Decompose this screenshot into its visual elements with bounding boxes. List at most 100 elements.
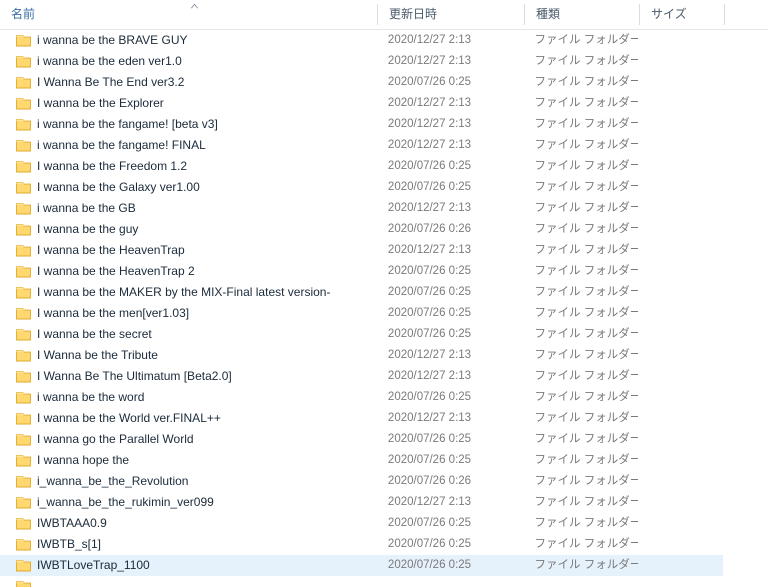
file-row[interactable]: i_wanna_be_the_rukimin_ver099 2020/12/27 …	[0, 492, 723, 513]
file-name-cell[interactable]: I Wanna be the Tribute	[0, 345, 377, 366]
file-name-cell[interactable]: I wanna be the HeavenTrap	[0, 240, 377, 261]
file-size-cell	[638, 534, 723, 555]
folder-icon	[16, 497, 31, 509]
file-name-cell[interactable]: IWBTB_s[1]	[0, 534, 377, 555]
file-name-cell[interactable]: i wanna be the eden ver1.0	[0, 51, 377, 72]
folder-icon	[16, 56, 31, 68]
file-date-cell: 2020/07/26 0:25	[387, 160, 472, 172]
file-name-label: I wanna be the secret	[37, 327, 152, 341]
file-name-cell[interactable]: I wanna be the secret	[0, 324, 377, 345]
file-row[interactable]: IWBTB_s[1] 2020/07/26 0:25 ファイル フォルダー	[0, 534, 723, 555]
file-name-cell[interactable]: I wanna be the guy	[0, 219, 377, 240]
file-name-cell[interactable]: i wanna be the BRAVE GUY	[0, 30, 377, 51]
column-header-spacer	[725, 0, 768, 29]
file-row[interactable]: I wanna be the World ver.FINAL++ 2020/12/…	[0, 408, 723, 429]
file-list[interactable]: i wanna be the BRAVE GUY 2020/12/27 2:13 フ…	[0, 30, 768, 587]
file-row[interactable]: I wanna be the HeavenTrap 2020/12/27 2:13…	[0, 240, 723, 261]
file-type-cell: ファイル フォルダー	[534, 286, 639, 298]
file-name-cell[interactable]: I wanna be the Explorer	[0, 93, 377, 114]
file-name-cell[interactable]: I wanna hope the	[0, 450, 377, 471]
file-row[interactable]: i wanna be the fangame! [beta v3] 2020/12…	[0, 114, 723, 135]
file-size-cell	[638, 366, 723, 387]
file-name-cell[interactable]: I wanna be the Galaxy ver1.00	[0, 177, 377, 198]
file-name-label: IWBTB_s[1]	[37, 537, 102, 551]
file-name-cell[interactable]: i wanna be the fangame! [beta v3]	[0, 114, 377, 135]
file-size-cell	[638, 387, 723, 408]
folder-icon	[16, 371, 31, 383]
file-type-cell: ファイル フォルダー	[534, 559, 639, 571]
file-row[interactable]: i wanna be the GB 2020/12/27 2:13 ファイル フォル…	[0, 198, 723, 219]
file-name-label: i_wanna_be_the_Revolution	[37, 474, 189, 488]
folder-icon	[16, 203, 31, 215]
file-size-cell	[638, 51, 723, 72]
file-type-cell: ファイル フォルダー	[534, 475, 639, 487]
file-row[interactable]: I wanna hope the 2020/07/26 0:25 ファイル フォルダ…	[0, 450, 723, 471]
file-name-cell[interactable]: i wanna be the word	[0, 387, 377, 408]
file-size-cell	[638, 450, 723, 471]
file-name-cell[interactable]: IWBTLoveTrap_1100	[0, 555, 377, 576]
file-row[interactable]: I wanna be the HeavenTrap 2 2020/07/26 0:…	[0, 261, 723, 282]
file-size-cell	[638, 471, 723, 492]
file-date-cell: 2020/07/26 0:26	[387, 475, 472, 487]
folder-icon	[16, 266, 31, 278]
file-name-label: i wanna be the fangame! FINAL	[37, 138, 206, 152]
file-name-cell[interactable]: I wanna go the Parallel World	[0, 429, 377, 450]
column-header-name[interactable]: 名前	[0, 0, 378, 29]
file-date-cell: 2020/07/26 0:25	[387, 181, 472, 193]
file-name-cell[interactable]	[0, 576, 377, 587]
file-name-label: i_wanna_be_the_rukimin_ver099	[37, 495, 214, 509]
file-size-cell	[638, 135, 723, 156]
column-header-date[interactable]: 更新日時	[378, 0, 525, 29]
file-size-cell	[638, 345, 723, 366]
file-row[interactable]: I Wanna Be The Ultimatum [Beta2.0] 2020/1…	[0, 366, 723, 387]
file-row[interactable]: I wanna be the men[ver1.03] 2020/07/26 0:…	[0, 303, 723, 324]
file-name-label: I wanna be the Galaxy ver1.00	[37, 180, 200, 194]
file-type-cell: ファイル フォルダー	[534, 181, 639, 193]
sort-ascending-caret-icon	[190, 3, 199, 9]
file-name-cell[interactable]: I Wanna Be The Ultimatum [Beta2.0]	[0, 366, 377, 387]
file-name-cell[interactable]: IWBTAAA0.9	[0, 513, 377, 534]
file-size-cell	[638, 93, 723, 114]
column-header-type[interactable]: 種類	[525, 0, 640, 29]
file-name-cell[interactable]: I wanna be the MAKER by the MIX-Final la…	[0, 282, 377, 303]
file-row[interactable]: i wanna be the fangame! FINAL 2020/12/27 …	[0, 135, 723, 156]
file-name-cell[interactable]: I wanna be the men[ver1.03]	[0, 303, 377, 324]
file-row[interactable]: I wanna go the Parallel World 2020/07/26 …	[0, 429, 723, 450]
file-name-cell[interactable]: i_wanna_be_the_Revolution	[0, 471, 377, 492]
file-name-cell[interactable]: i wanna be the fangame! FINAL	[0, 135, 377, 156]
folder-icon	[16, 539, 31, 551]
file-row[interactable]	[0, 576, 723, 587]
file-type-cell: ファイル フォルダー	[534, 454, 639, 466]
file-row[interactable]: I wanna be the Galaxy ver1.00 2020/07/26 …	[0, 177, 723, 198]
file-row[interactable]: i wanna be the eden ver1.0 2020/12/27 2:1…	[0, 51, 723, 72]
file-name-cell[interactable]: I wanna be the Freedom 1.2	[0, 156, 377, 177]
file-name-cell[interactable]: i_wanna_be_the_rukimin_ver099	[0, 492, 377, 513]
file-type-cell: ファイル フォルダー	[534, 538, 639, 550]
file-name-cell[interactable]: i wanna be the GB	[0, 198, 377, 219]
file-name-label: i wanna be the word	[37, 390, 145, 404]
file-row[interactable]: i wanna be the BRAVE GUY 2020/12/27 2:13 フ…	[0, 30, 723, 51]
file-name-cell[interactable]: I Wanna Be The End ver3.2	[0, 72, 377, 93]
file-name-label: I wanna be the Freedom 1.2	[37, 159, 188, 173]
file-row[interactable]: I wanna be the MAKER by the MIX-Final la…	[0, 282, 723, 303]
column-header-size[interactable]: サイズ	[640, 0, 725, 29]
file-type-cell	[524, 576, 639, 587]
file-row[interactable]: I Wanna Be The End ver3.2 2020/07/26 0:25…	[0, 72, 723, 93]
column-header-type-label: 種類	[536, 7, 561, 21]
file-date-cell: 2020/12/27 2:13	[387, 349, 472, 361]
file-row[interactable]: i wanna be the word 2020/07/26 0:25 ファイル フ…	[0, 387, 723, 408]
file-row[interactable]: IWBTLoveTrap_1100 2020/07/26 0:25 ファイル フォル…	[0, 555, 723, 576]
file-row[interactable]: IWBTAAA0.9 2020/07/26 0:25 ファイル フォルダー	[0, 513, 723, 534]
file-row[interactable]: I wanna be the Explorer 2020/12/27 2:13 ファ…	[0, 93, 723, 114]
file-date-cell: 2020/07/26 0:25	[387, 538, 472, 550]
file-size-cell	[638, 555, 723, 576]
file-row[interactable]: I Wanna be the Tribute 2020/12/27 2:13 ファイ…	[0, 345, 723, 366]
file-row[interactable]: I wanna be the Freedom 1.2 2020/07/26 0:2…	[0, 156, 723, 177]
file-name-cell[interactable]: I wanna be the World ver.FINAL++	[0, 408, 377, 429]
file-name-cell[interactable]: I wanna be the HeavenTrap 2	[0, 261, 377, 282]
column-header-date-label: 更新日時	[389, 7, 438, 21]
file-row[interactable]: I wanna be the secret 2020/07/26 0:25 ファイル…	[0, 324, 723, 345]
file-date-cell: 2020/07/26 0:25	[387, 433, 472, 445]
file-row[interactable]: I wanna be the guy 2020/07/26 0:26 ファイル フォ…	[0, 219, 723, 240]
file-row[interactable]: i_wanna_be_the_Revolution 2020/07/26 0:26…	[0, 471, 723, 492]
